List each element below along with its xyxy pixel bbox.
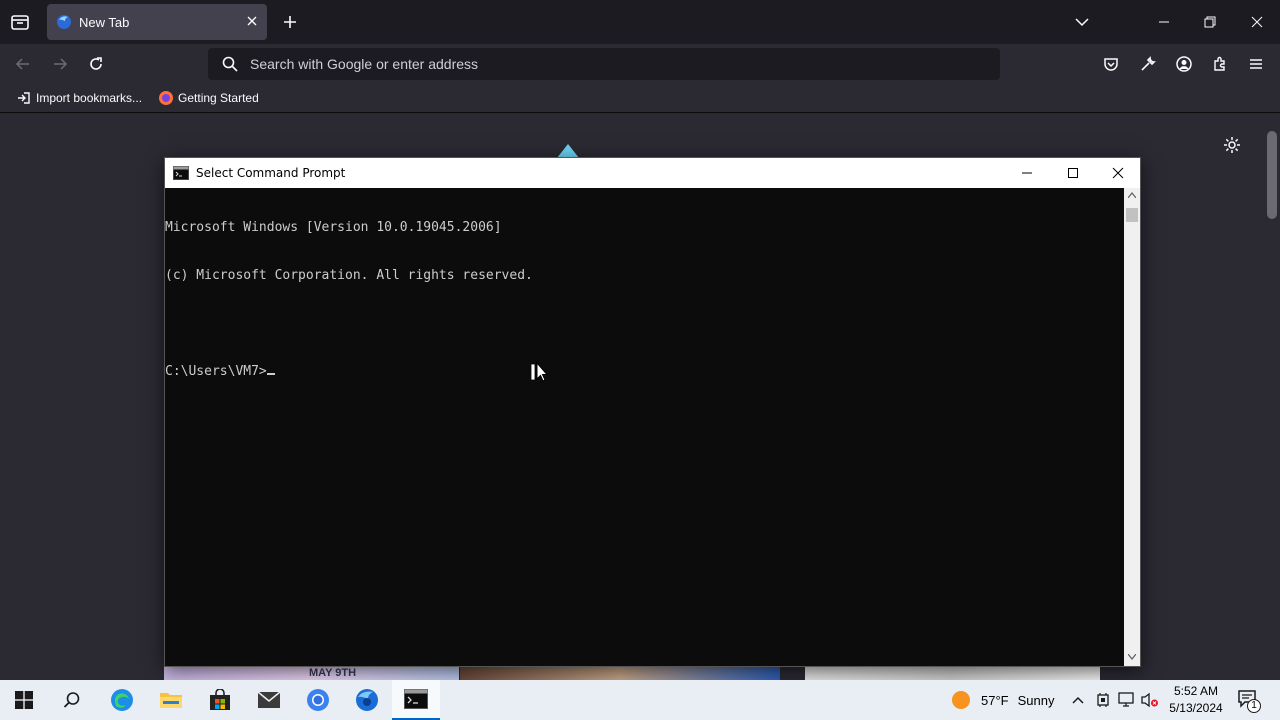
account-icon[interactable]: [1176, 56, 1192, 72]
device-tray-icon[interactable]: [1096, 692, 1110, 708]
cmd-maximize-button[interactable]: [1050, 158, 1096, 188]
weather-widget[interactable]: 57°F Sunny: [950, 680, 1054, 720]
cmd-app-icon: [404, 689, 428, 709]
search-icon: [222, 56, 238, 72]
reload-icon[interactable]: [88, 56, 104, 72]
address-placeholder: Search with Google or enter address: [250, 56, 479, 72]
console-prompt: C:\Users\VM7>: [165, 364, 267, 379]
firefox-view-icon[interactable]: [10, 12, 30, 32]
tab-new-tab[interactable]: New Tab: [47, 4, 267, 40]
import-bookmarks-item[interactable]: Import bookmarks...: [12, 86, 142, 110]
wallpaper-peek-tile: MAY 9TH: [164, 667, 459, 680]
tab-title: New Tab: [79, 14, 130, 30]
scroll-down-icon[interactable]: [1128, 654, 1136, 660]
forward-icon[interactable]: [52, 56, 68, 72]
browser-tab-bar: New Tab: [0, 0, 1280, 44]
mail-icon: [257, 691, 281, 709]
firefox-icon: [56, 14, 72, 30]
page-scrollbar[interactable]: [1264, 113, 1280, 681]
start-button[interactable]: [0, 680, 48, 720]
wrench-icon[interactable]: [1140, 56, 1156, 72]
folder-icon: [159, 690, 183, 710]
store-bag-icon: [209, 689, 231, 711]
minimize-icon[interactable]: [1156, 14, 1172, 30]
new-tab-icon[interactable]: [282, 14, 298, 30]
taskbar-clock[interactable]: 5:52 AM 5/13/2024: [1162, 683, 1230, 717]
weather-temp: 57°F: [981, 692, 1009, 708]
console-scrollbar-thumb[interactable]: [1126, 208, 1138, 222]
edge-icon: [110, 688, 134, 712]
firefox-icon: [158, 90, 174, 106]
getting-started-label: Getting Started: [178, 91, 259, 105]
text-cursor: [266, 373, 275, 375]
mouse-pointer-icon: [531, 362, 549, 384]
console-prompt-line: C:\Users\VM7>: [165, 364, 1124, 380]
taskbar-command-prompt[interactable]: [392, 680, 440, 720]
firefox-icon: [355, 688, 379, 712]
action-center-button[interactable]: 1: [1238, 690, 1261, 713]
maximize-icon: [1067, 167, 1079, 179]
page-scrollbar-thumb[interactable]: [1267, 131, 1277, 219]
console-scrollbar[interactable]: [1124, 188, 1140, 666]
clock-time: 5:52 AM: [1173, 684, 1219, 698]
sun-icon: [950, 689, 972, 711]
cmd-close-button[interactable]: [1095, 158, 1141, 188]
taskbar-chrome[interactable]: [294, 680, 342, 720]
minimize-icon: [1021, 167, 1033, 179]
search-icon: [63, 691, 81, 709]
console-line: Microsoft Windows [Version 10.0.19045.20…: [165, 220, 502, 235]
notification-count-badge: 1: [1247, 699, 1261, 713]
taskbar-file-explorer[interactable]: [147, 680, 195, 720]
windows-logo-icon: [15, 691, 33, 709]
cmd-titlebar[interactable]: Select Command Prompt: [165, 158, 1140, 188]
cmd-app-icon: [173, 166, 189, 180]
weather-condition: Sunny: [1017, 692, 1055, 708]
wallpaper-peek-text: MAY 9TH: [309, 667, 357, 679]
wallpaper-peek-tile: [805, 667, 1100, 680]
cmd-window-title: Select Command Prompt: [196, 166, 346, 180]
scroll-up-icon[interactable]: [1128, 192, 1136, 198]
wallpaper-peek-tile: [460, 667, 780, 680]
extensions-icon[interactable]: [1212, 56, 1228, 72]
getting-started-item[interactable]: Getting Started: [154, 86, 259, 110]
restore-icon[interactable]: [1202, 14, 1218, 30]
bookmarks-toolbar: Import bookmarks... Getting Started: [0, 84, 1280, 112]
menu-icon[interactable]: [1248, 56, 1264, 72]
command-prompt-window[interactable]: Select Command Prompt Microsoft Windows …: [164, 157, 1141, 667]
network-icon[interactable]: [1118, 692, 1136, 708]
logo-peek-icon: [557, 144, 579, 158]
taskbar-store[interactable]: [196, 680, 244, 720]
close-window-icon[interactable]: [1249, 14, 1265, 30]
settings-gear-icon[interactable]: [1223, 136, 1241, 154]
import-icon: [16, 90, 32, 106]
close-icon: [1112, 167, 1124, 179]
taskbar-search-button[interactable]: [48, 680, 96, 720]
console-output[interactable]: Microsoft Windows [Version 10.0.19045.20…: [165, 188, 1124, 666]
volume-muted-icon[interactable]: [1141, 692, 1159, 708]
address-bar[interactable]: Search with Google or enter address: [208, 48, 1000, 80]
cmd-minimize-button[interactable]: [1004, 158, 1050, 188]
console-line: (c) Microsoft Corporation. All rights re…: [165, 268, 533, 283]
windows-taskbar: 57°F Sunny 5:52 AM 5/13/2024 1: [0, 680, 1280, 720]
taskbar-mail[interactable]: [245, 680, 293, 720]
clock-date: 5/13/2024: [1169, 701, 1223, 715]
back-icon[interactable]: [15, 56, 31, 72]
show-hidden-icons-chevron-icon[interactable]: [1071, 693, 1085, 707]
close-tab-icon[interactable]: [245, 14, 259, 28]
navigation-toolbar: Search with Google or enter address: [0, 44, 1280, 84]
taskbar-edge[interactable]: [98, 680, 146, 720]
taskbar-firefox[interactable]: [343, 680, 391, 720]
import-bookmarks-label: Import bookmarks...: [36, 91, 143, 105]
pocket-icon[interactable]: [1103, 56, 1119, 72]
chrome-icon: [306, 688, 330, 712]
list-all-tabs-icon[interactable]: [1074, 14, 1090, 30]
